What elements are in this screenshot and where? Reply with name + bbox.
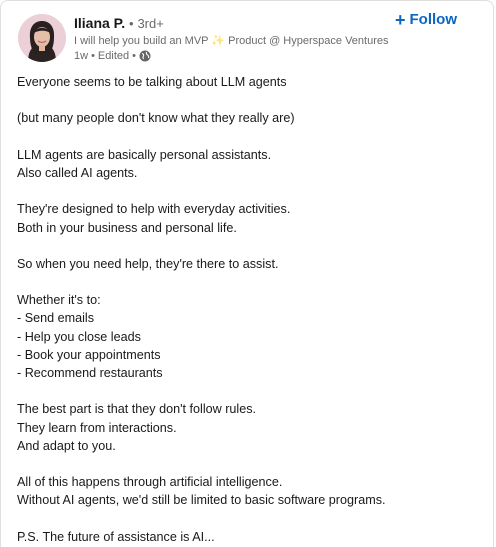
time-separator-2: • <box>132 50 136 62</box>
post-text-line: The best part is that they don't follow … <box>17 402 257 417</box>
post-text-line <box>17 237 481 255</box>
follow-label: Follow <box>409 11 458 28</box>
post-text-line: LLM agents are basically personal assist… <box>17 147 272 162</box>
separator-dot: • <box>129 16 134 31</box>
edited-label: Edited <box>97 50 130 62</box>
post-card: Iliana P. • 3rd+ I will help you build a… <box>0 0 494 547</box>
follow-button[interactable]: + Follow <box>395 10 457 30</box>
post-text-line: They're designed to help with everyday a… <box>17 202 291 217</box>
post-text-line <box>17 273 481 291</box>
post-text-line: Everyone seems to be talking about LLM a… <box>17 75 287 89</box>
post-text-line <box>17 128 481 146</box>
plus-icon: + <box>394 10 406 30</box>
post-text-line: Whether it's to: <box>17 293 101 308</box>
post-text-line: They learn from interactions. <box>17 420 177 435</box>
post-text-line <box>17 182 481 200</box>
post-text-line: All of this happens through artificial i… <box>17 475 283 490</box>
post-text-line: (but many people don't know what they re… <box>17 111 295 126</box>
post-text-line: And adapt to you. <box>17 438 116 453</box>
post-timestamp-line: 1w • Edited • <box>74 49 483 63</box>
post-text-line: P.S. The future of assistance is AI... <box>17 529 215 544</box>
post-text-line <box>17 382 481 400</box>
post-time: 1w <box>74 50 89 62</box>
author-headline: I will help you build an MVP ✨ Product @… <box>74 35 389 47</box>
author-name[interactable]: Iliana P. <box>74 15 125 31</box>
post-text-line: Both in your business and personal life. <box>17 220 237 235</box>
post-text-line: - Book your appointments <box>17 347 161 362</box>
post-body: Everyone seems to be talking about LLM a… <box>17 73 481 546</box>
post-text-line: - Recommend restaurants <box>17 366 163 380</box>
post-text-line: So when you need help, they're there to … <box>17 256 279 271</box>
post-text-line <box>17 510 481 528</box>
avatar-photo <box>18 14 66 62</box>
time-separator: • <box>91 50 95 62</box>
globe-icon <box>139 50 151 62</box>
connection-degree: 3rd+ <box>137 16 164 31</box>
post-text-line <box>17 455 481 473</box>
post-text-line <box>17 91 481 109</box>
post-text-line: Also called AI agents. <box>17 165 138 180</box>
author-avatar[interactable] <box>18 14 66 62</box>
post-text-line: Without AI agents, we'd still be limited… <box>17 493 386 508</box>
post-text-line: - Help you close leads <box>17 329 141 344</box>
post-text-line: - Send emails <box>17 311 94 326</box>
